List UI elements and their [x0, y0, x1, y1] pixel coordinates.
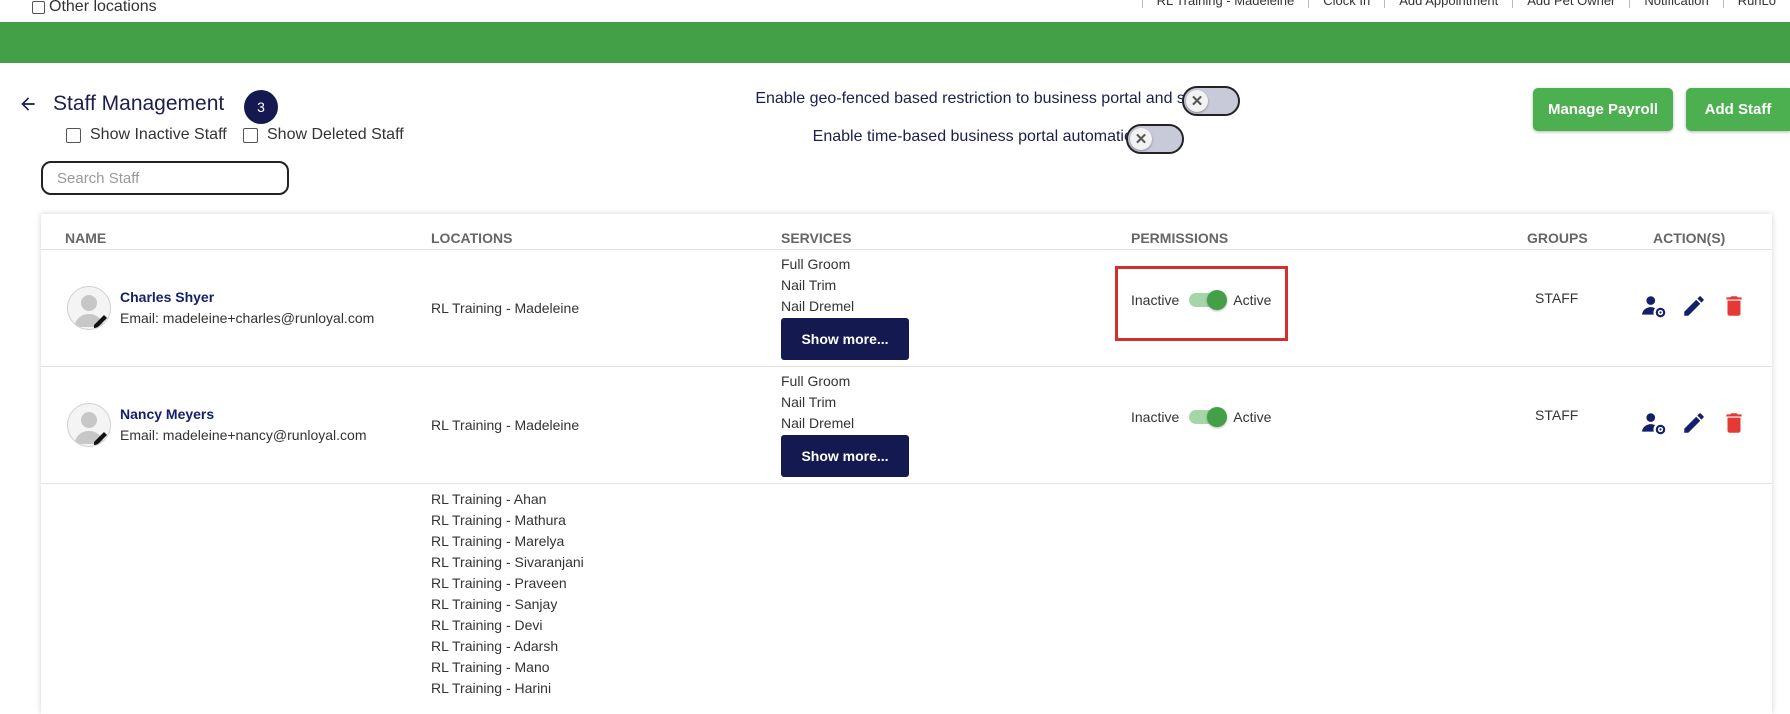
row-divider — [41, 366, 1772, 367]
header-divider — [41, 249, 1772, 250]
close-x-icon: ✕ — [1186, 90, 1208, 112]
service-item: Nail Trim — [781, 394, 837, 410]
avatar-placeholder-icon[interactable] — [67, 286, 111, 330]
location-item: RL Training - Devi — [431, 617, 543, 633]
location-item: RL Training - Adarsh — [431, 638, 559, 654]
staff-email: Email: madeleine+charles@runloyal.com — [120, 310, 375, 326]
col-header-locations: LOCATIONS — [431, 230, 513, 246]
trash-icon[interactable] — [1721, 293, 1747, 319]
col-header-services: SERVICES — [781, 230, 852, 246]
edit-pencil-icon[interactable] — [1681, 410, 1707, 436]
staff-group: STAFF — [1535, 290, 1579, 306]
user-settings-icon[interactable] — [1641, 410, 1667, 436]
geo-fence-toggle[interactable]: ✕ — [1182, 86, 1240, 116]
close-x-icon: ✕ — [1130, 128, 1152, 150]
show-deleted-box[interactable] — [243, 127, 258, 143]
col-header-permissions: PERMISSIONS — [1131, 230, 1229, 246]
row-divider — [41, 483, 1772, 484]
staff-location: RL Training - Madeleine — [431, 417, 580, 433]
nav-runloyal[interactable]: RunLo — [1722, 0, 1790, 8]
show-deleted-checkbox[interactable]: Show Deleted Staff — [243, 126, 404, 144]
staff-services: Full Groom Nail Trim Nail Dremel — [781, 371, 854, 434]
back-arrow-icon[interactable] — [18, 94, 38, 114]
staff-count-badge: 3 — [244, 90, 278, 124]
permission-toggle-group: Inactive Active — [1131, 407, 1272, 427]
staff-location-list: RL Training - Ahan RL Training - Mathura… — [431, 489, 584, 699]
service-item: Nail Trim — [781, 277, 837, 293]
show-inactive-box[interactable] — [66, 127, 81, 143]
nav-location[interactable]: RL Training - Madeleine — [1141, 0, 1309, 8]
other-locations-box[interactable] — [32, 0, 45, 14]
staff-table: NAME LOCATIONS SERVICES PERMISSIONS GROU… — [41, 214, 1772, 714]
service-item: Full Groom — [781, 256, 851, 272]
show-inactive-checkbox[interactable]: Show Inactive Staff — [66, 126, 227, 144]
perm-inactive-label: Inactive — [1131, 292, 1180, 308]
nav-add-appointment[interactable]: Add Appointment — [1384, 0, 1512, 8]
perm-active-label: Active — [1233, 409, 1272, 425]
auto-logout-toggle[interactable]: ✕ — [1126, 124, 1184, 154]
location-item: RL Training - Sanjay — [431, 596, 558, 612]
show-more-button[interactable]: Show more... — [781, 318, 909, 360]
permission-toggle-group: Inactive Active — [1131, 290, 1272, 310]
permission-toggle[interactable] — [1189, 290, 1228, 310]
location-item: RL Training - Praveen — [431, 575, 567, 591]
col-header-actions: ACTION(S) — [1653, 230, 1726, 246]
staff-name-link[interactable]: Nancy Meyers — [120, 406, 214, 422]
location-item: RL Training - Mathura — [431, 512, 566, 528]
nav-clock-in[interactable]: Clock In — [1308, 0, 1384, 8]
manage-payroll-button[interactable]: Manage Payroll — [1533, 88, 1673, 131]
location-item: RL Training - Marelya — [431, 533, 565, 549]
nav-notification[interactable]: Notification — [1629, 0, 1722, 8]
perm-inactive-label: Inactive — [1131, 409, 1180, 425]
perm-active-label: Active — [1233, 292, 1272, 308]
top-nav: RL Training - Madeleine Clock In Add App… — [1141, 0, 1790, 8]
staff-email: Email: madeleine+nancy@runloyal.com — [120, 427, 367, 443]
show-more-button[interactable]: Show more... — [781, 435, 909, 477]
top-bar: Other locations RL Training - Madeleine … — [0, 0, 1790, 22]
staff-location: RL Training - Madeleine — [431, 300, 580, 316]
staff-group: STAFF — [1535, 407, 1579, 423]
edit-pencil-icon[interactable] — [1681, 293, 1707, 319]
staff-services: Full Groom Nail Trim Nail Dremel — [781, 254, 854, 317]
col-header-groups: GROUPS — [1527, 230, 1588, 246]
green-header-bar — [0, 22, 1790, 63]
location-item: RL Training - Mano — [431, 659, 550, 675]
auto-logout-label: Enable time-based business portal automa… — [812, 128, 1180, 145]
page-title: Staff Management — [53, 92, 225, 115]
service-item: Full Groom — [781, 373, 851, 389]
location-item: RL Training - Sivaranjani — [431, 554, 584, 570]
user-settings-icon[interactable] — [1641, 293, 1667, 319]
add-staff-button[interactable]: Add Staff — [1686, 88, 1790, 131]
search-staff-input[interactable] — [41, 161, 289, 195]
trash-icon[interactable] — [1721, 410, 1747, 436]
geo-fence-label: Enable geo-fenced based restriction to b… — [755, 90, 1238, 107]
avatar-placeholder-icon[interactable] — [67, 403, 111, 447]
show-inactive-label: Show Inactive Staff — [90, 126, 227, 143]
nav-add-pet-owner[interactable]: Add Pet Owner — [1512, 0, 1629, 8]
service-item: Nail Dremel — [781, 415, 855, 431]
show-deleted-label: Show Deleted Staff — [267, 126, 404, 143]
other-locations-label: Other locations — [49, 0, 157, 15]
col-header-name: NAME — [65, 230, 107, 246]
other-locations-checkbox[interactable]: Other locations — [32, 0, 157, 16]
service-item: Nail Dremel — [781, 298, 855, 314]
location-item: RL Training - Harini — [431, 680, 552, 696]
staff-name-link[interactable]: Charles Shyer — [120, 289, 214, 305]
location-item: RL Training - Ahan — [431, 491, 547, 507]
permission-toggle[interactable] — [1189, 407, 1228, 427]
